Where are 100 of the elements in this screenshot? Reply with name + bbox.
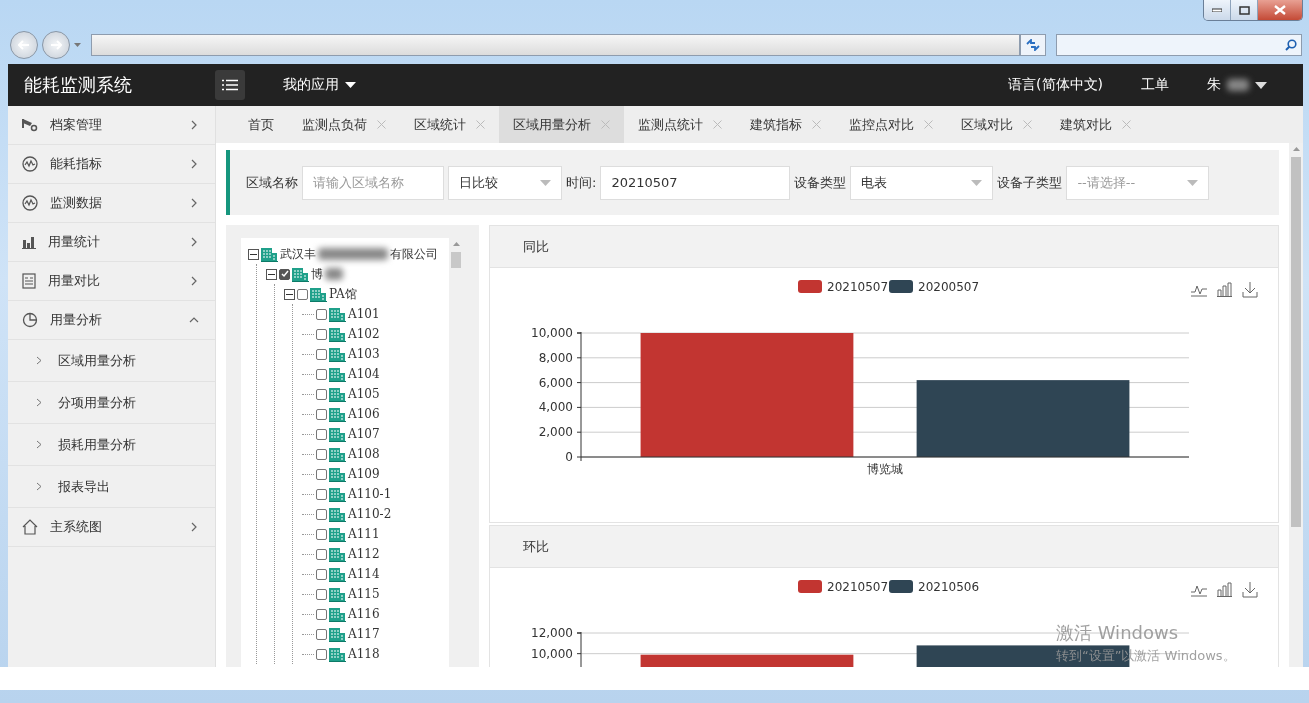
checkbox[interactable] (316, 308, 327, 320)
tree-node-label[interactable]: A109 (348, 467, 380, 481)
tree-node-label[interactable]: PA馆 (329, 285, 357, 303)
collapse-toggle[interactable] (248, 248, 259, 260)
checkbox[interactable] (316, 428, 327, 440)
checkbox[interactable] (316, 408, 327, 420)
checkbox[interactable] (316, 548, 327, 560)
tab[interactable]: 建筑指标 (736, 106, 835, 143)
collapse-toggle[interactable] (266, 268, 277, 280)
legend-swatch[interactable] (889, 280, 913, 293)
sidebar-item[interactable]: 用量统计 (8, 223, 215, 262)
legend-label[interactable]: 20210507 (827, 280, 889, 294)
tab[interactable]: 区域统计 (400, 106, 499, 143)
sidebar-subitem[interactable]: 分项用量分析 (8, 382, 215, 424)
menu-button[interactable] (215, 70, 245, 100)
checkbox[interactable] (316, 648, 327, 660)
dropdown-icon[interactable] (74, 43, 81, 47)
checkbox[interactable] (316, 448, 327, 460)
tab[interactable]: 区域对比 (947, 106, 1046, 143)
sidebar-item[interactable]: 用量分析 (8, 301, 215, 340)
download-icon[interactable] (1242, 281, 1258, 298)
checkbox[interactable] (316, 348, 327, 360)
tree-node-label[interactable]: A114 (348, 567, 380, 581)
sidebar-item[interactable]: 档案管理 (8, 106, 215, 145)
address-field[interactable] (91, 34, 1020, 56)
checkbox[interactable] (279, 268, 290, 280)
legend-swatch[interactable] (798, 280, 822, 293)
tree-node-label[interactable]: A108 (348, 447, 380, 461)
checkbox[interactable] (316, 328, 327, 340)
tree-node-label[interactable]: A106 (348, 407, 380, 421)
apps-menu[interactable]: 我的应用 (283, 76, 356, 94)
checkbox[interactable] (316, 488, 327, 500)
line-chart-icon[interactable] (1190, 585, 1208, 597)
tree-node-label[interactable]: 有限公司 (390, 245, 438, 263)
tree-node-label[interactable]: A103 (348, 347, 380, 361)
refresh-button[interactable] (1020, 34, 1046, 56)
bar-chart-icon[interactable] (1216, 582, 1233, 597)
tree-node-label[interactable]: A105 (348, 387, 380, 401)
tree-node-label[interactable]: 武汉丰 (280, 245, 316, 263)
legend-swatch[interactable] (798, 580, 822, 593)
forward-button[interactable] (42, 31, 70, 59)
sidebar-item[interactable]: 主系统图 (8, 508, 215, 547)
legend-swatch[interactable] (889, 580, 913, 593)
caret-icon[interactable] (1255, 81, 1267, 89)
checkbox[interactable] (316, 628, 327, 640)
tree-node-label[interactable]: A101 (348, 307, 380, 321)
tab[interactable]: 首页 (234, 106, 288, 143)
work-order-link[interactable]: 工单 (1141, 76, 1169, 94)
tree-node-label[interactable]: A111 (348, 527, 380, 541)
dropdown[interactable]: 日比较 (448, 165, 562, 200)
tree-node-label[interactable]: A117 (348, 627, 380, 641)
tab[interactable]: 监控点对比 (835, 106, 947, 143)
line-chart-icon[interactable] (1190, 285, 1208, 297)
minimize-button[interactable] (1204, 0, 1231, 20)
checkbox[interactable] (297, 288, 308, 300)
tree-node-label[interactable]: A112 (348, 547, 380, 561)
language-menu[interactable]: 语言(简体中文) (1008, 76, 1103, 94)
back-button[interactable] (10, 31, 38, 59)
tab[interactable]: 建筑对比 (1046, 106, 1145, 143)
checkbox[interactable] (316, 388, 327, 400)
scroll-thumb[interactable] (451, 252, 461, 268)
legend-label[interactable]: 20210507 (827, 580, 889, 594)
tab[interactable]: 监测点负荷 (288, 106, 400, 143)
tree-node-label[interactable]: A107 (348, 427, 380, 441)
tree-node-label[interactable]: 博 (311, 265, 323, 283)
checkbox[interactable] (316, 508, 327, 520)
legend-label[interactable]: 20200507 (918, 280, 980, 294)
tab[interactable]: 监测点统计 (624, 106, 736, 143)
sidebar-subitem[interactable]: 损耗用量分析 (8, 424, 215, 466)
tab[interactable]: 区域用量分析 (499, 106, 624, 143)
checkbox[interactable] (316, 468, 327, 480)
sidebar-item[interactable]: 能耗指标 (8, 145, 215, 184)
dropdown[interactable]: 电表 (850, 165, 994, 200)
input-field[interactable]: 20210507 (600, 165, 791, 200)
tree-node-label[interactable]: A110-1 (348, 487, 392, 501)
legend-label[interactable]: 20210506 (918, 580, 980, 594)
checkbox[interactable] (316, 568, 327, 580)
sidebar-item[interactable]: 用量对比 (8, 262, 215, 301)
search-field[interactable] (1056, 34, 1302, 56)
checkbox[interactable] (316, 608, 327, 620)
scroll-thumb[interactable] (1291, 157, 1301, 527)
input-field[interactable]: 请输入区域名称 (302, 165, 444, 200)
scrollbar[interactable] (1289, 143, 1303, 667)
sidebar-subitem[interactable]: 区域用量分析 (8, 340, 215, 382)
sidebar-item[interactable]: 监测数据 (8, 184, 215, 223)
checkbox[interactable] (316, 528, 327, 540)
checkbox[interactable] (316, 588, 327, 600)
tree-node-label[interactable]: A115 (348, 587, 380, 601)
maximize-button[interactable] (1231, 0, 1258, 20)
close-button[interactable] (1258, 0, 1302, 20)
bar-chart-icon[interactable] (1216, 282, 1233, 297)
download-icon[interactable] (1242, 581, 1258, 598)
tree-node-label[interactable]: A104 (348, 367, 380, 381)
search-icon[interactable] (1285, 39, 1297, 51)
tree-node-label[interactable]: A102 (348, 327, 380, 341)
tree-node-label[interactable]: A110-2 (348, 507, 392, 521)
checkbox[interactable] (316, 368, 327, 380)
collapse-toggle[interactable] (284, 288, 295, 300)
user-name[interactable]: 朱 (1207, 76, 1221, 94)
sidebar-subitem[interactable]: 报表导出 (8, 466, 215, 508)
